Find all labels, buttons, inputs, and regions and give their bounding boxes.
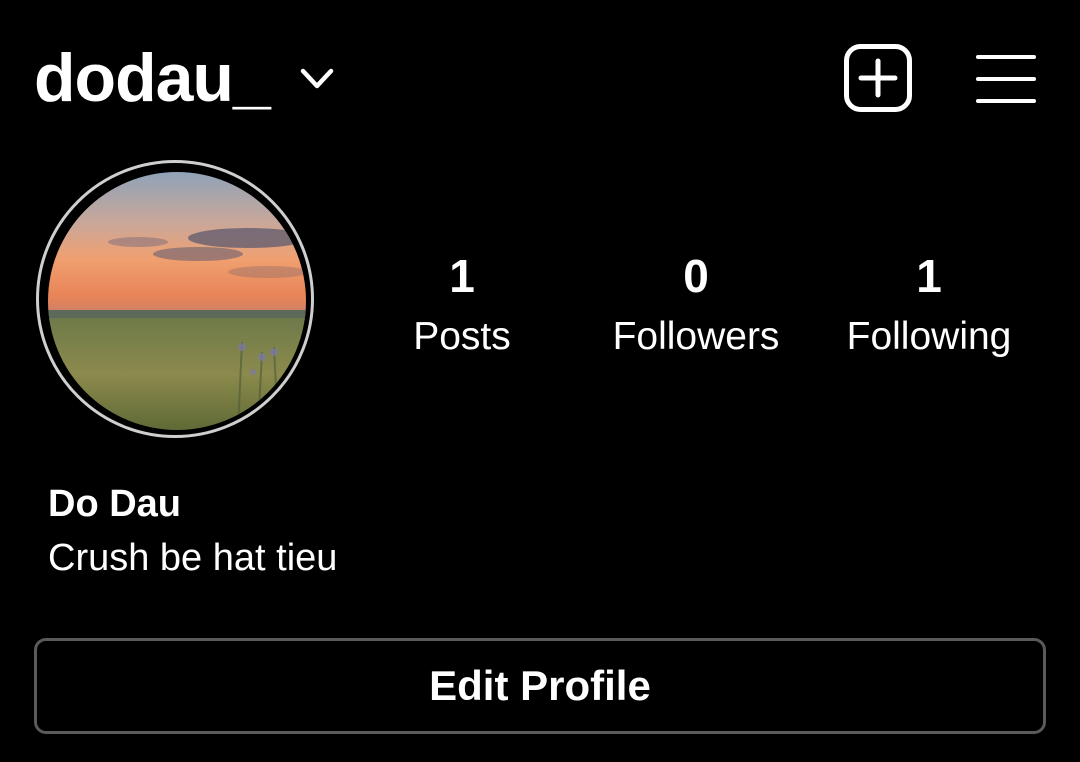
hamburger-menu-icon[interactable] (976, 54, 1036, 104)
following-label: Following (846, 315, 1012, 358)
chevron-down-icon (300, 68, 334, 89)
posts-count: 1 (449, 250, 475, 302)
stat-posts[interactable]: 1 Posts (352, 248, 572, 362)
following-count: 1 (916, 250, 942, 302)
bio: Crush be hat tieu (48, 537, 338, 579)
avatar-image (48, 172, 306, 430)
stat-following[interactable]: 1 Following (819, 248, 1039, 362)
followers-label: Followers (612, 315, 780, 358)
followers-count: 0 (683, 250, 709, 302)
profile-stats: 1 Posts 0 Followers 1 Following (350, 248, 1050, 378)
display-name: Do Dau (48, 483, 181, 525)
avatar[interactable] (48, 172, 306, 430)
edit-profile-button[interactable]: Edit Profile (34, 638, 1046, 734)
posts-label: Posts (413, 315, 511, 358)
account-switcher[interactable]: dodau_ (34, 38, 334, 118)
add-post-icon[interactable] (844, 44, 912, 112)
username: dodau_ (34, 40, 271, 116)
stat-followers[interactable]: 0 Followers (586, 248, 806, 362)
profile-header: dodau_ (0, 0, 1080, 160)
